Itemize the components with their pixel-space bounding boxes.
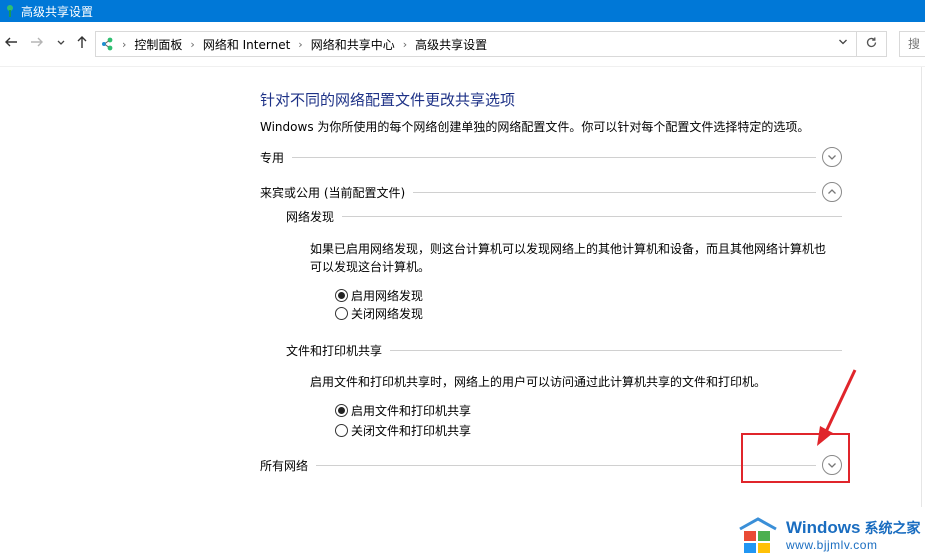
network-settings-icon: [3, 4, 17, 18]
section-guest-public-label: 来宾或公用 (当前配置文件): [260, 185, 406, 200]
radio-label: 启用文件和打印机共享: [351, 403, 472, 418]
breadcrumb-network-sharing-center[interactable]: 网络和共享中心: [311, 36, 395, 53]
chevron-right-icon: ›: [298, 37, 303, 51]
network-discovery-description: 如果已启用网络发现，则这台计算机可以发现网络上的其他计算机和设备，而且其他网络计…: [310, 240, 826, 276]
radio-button-selected[interactable]: [335, 403, 348, 417]
chevron-down-icon: [839, 39, 847, 45]
expand-private-button[interactable]: [822, 147, 842, 167]
forward-button[interactable]: [28, 32, 46, 56]
divider: [390, 349, 842, 351]
subsection-file-printer-sharing: 文件和打印机共享: [286, 340, 842, 360]
radio-button[interactable]: [335, 423, 348, 437]
chevron-right-icon: ›: [402, 37, 408, 51]
search-input[interactable]: 搜: [899, 31, 925, 57]
chevron-down-icon: [828, 155, 836, 160]
divider: [292, 156, 816, 158]
radio-label: 启用网络发现: [351, 288, 424, 303]
refresh-icon: [865, 36, 878, 53]
radio-enable-file-printer-sharing[interactable]: 启用文件和打印机共享: [335, 401, 471, 419]
network-icon: [101, 37, 117, 51]
radio-disable-network-discovery[interactable]: 关闭网络发现: [335, 304, 423, 322]
arrow-left-icon: [4, 35, 18, 53]
watermark: Windows 系统之家 www.bjjmlv.com: [736, 510, 925, 559]
up-button[interactable]: [73, 32, 91, 56]
radio-disable-file-printer-sharing[interactable]: 关闭文件和打印机共享: [335, 421, 471, 439]
radio-label: 关闭网络发现: [351, 306, 424, 321]
chevron-right-icon: ›: [190, 37, 195, 51]
chevron-right-icon: ›: [122, 37, 127, 51]
chevron-down-icon: [56, 36, 66, 52]
radio-button[interactable]: [335, 306, 348, 320]
page-title: 针对不同的网络配置文件更改共享选项: [260, 91, 516, 109]
subsection-network-discovery: 网络发现: [286, 206, 842, 226]
refresh-button[interactable]: [857, 31, 887, 57]
radio-button-selected[interactable]: [335, 288, 348, 302]
divider: [413, 191, 816, 193]
navigation-bar: › 控制面板 › 网络和 Internet › 网络和共享中心 › 高级共享设置…: [0, 22, 925, 67]
file-printer-sharing-label: 文件和打印机共享: [286, 343, 383, 358]
chevron-up-icon: [828, 189, 836, 194]
breadcrumb-advanced-sharing[interactable]: 高级共享设置: [415, 36, 487, 53]
windows-logo-icon: [739, 516, 777, 553]
section-private-label: 专用: [260, 150, 285, 165]
breadcrumb-control-panel[interactable]: 控制面板: [134, 36, 182, 53]
watermark-chinese: 系统之家: [864, 520, 921, 537]
watermark-url: www.bjjmlv.com: [786, 537, 878, 552]
back-button[interactable]: [2, 32, 20, 56]
divider: [342, 215, 842, 217]
recent-locations-button[interactable]: [54, 32, 68, 56]
section-all-networks-label: 所有网络: [260, 458, 309, 473]
section-guest-public[interactable]: 来宾或公用 (当前配置文件): [260, 181, 842, 203]
watermark-brand: Windows: [786, 517, 861, 537]
arrow-up-icon: [75, 35, 89, 53]
title-bar: 高级共享设置: [0, 0, 925, 22]
breadcrumb-network-internet[interactable]: 网络和 Internet: [203, 36, 290, 53]
page-description: Windows 为你所使用的每个网络创建单独的网络配置文件。你可以针对每个配置文…: [260, 120, 810, 134]
file-printer-sharing-description: 启用文件和打印机共享时，网络上的用户可以访问通过此计算机共享的文件和打印机。: [310, 375, 767, 389]
address-bar[interactable]: › 控制面板 › 网络和 Internet › 网络和共享中心 › 高级共享设置: [95, 31, 857, 57]
address-history-dropdown[interactable]: [838, 36, 848, 50]
network-discovery-description-line1: 如果已启用网络发现，则这台计算机可以发现网络上的其他计算机和设备，而且其他网络计…: [310, 242, 827, 256]
collapse-guest-public-button[interactable]: [822, 182, 842, 202]
network-discovery-label: 网络发现: [286, 209, 335, 224]
window-title: 高级共享设置: [21, 4, 94, 19]
main-content: 针对不同的网络配置文件更改共享选项 Windows 为你所使用的每个网络创建单独…: [0, 67, 925, 559]
radio-enable-network-discovery[interactable]: 启用网络发现: [335, 286, 423, 304]
radio-label: 关闭文件和打印机共享: [351, 423, 472, 438]
arrow-right-icon: [30, 35, 44, 53]
annotation-highlight-box: [741, 433, 850, 483]
section-private[interactable]: 专用: [260, 146, 842, 168]
network-discovery-description-line2: 可以发现这台计算机。: [310, 260, 431, 274]
